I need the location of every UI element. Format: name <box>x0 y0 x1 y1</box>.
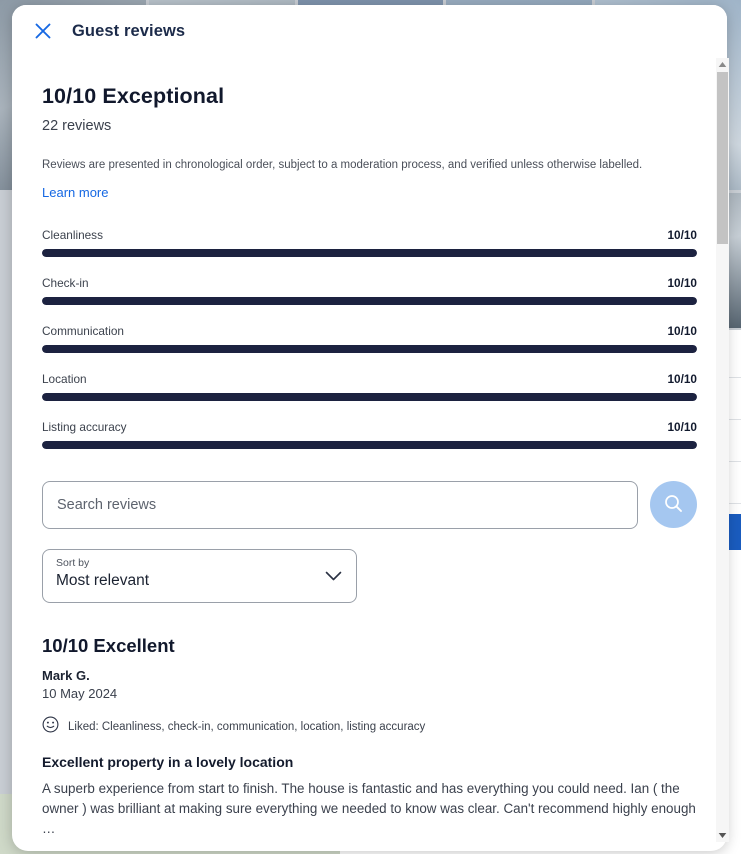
rating-score: 10/10 <box>667 419 697 434</box>
rating-row-cleanliness: Cleanliness 10/10 <box>42 228 697 257</box>
review-liked-text: Liked: Cleanliness, check-in, communicat… <box>68 720 426 733</box>
review-item: 10/10 Excellent Mark G. 10 May 2024 Like… <box>42 635 697 851</box>
scroll-up-arrow-icon[interactable] <box>716 58 729 71</box>
close-icon[interactable] <box>30 18 56 44</box>
rating-track <box>42 344 697 353</box>
sort-by-value: Most relevant <box>56 571 150 589</box>
category-ratings-list: Cleanliness 10/10 Check-in 10/10 Communi… <box>42 228 697 449</box>
rating-score: 10/10 <box>667 323 697 338</box>
modal-header: Guest reviews <box>12 5 727 57</box>
rating-line: Location 10/10 <box>42 372 697 386</box>
rating-label: Check-in <box>42 275 89 290</box>
modal-body: 10/10 Exceptional 22 reviews Reviews are… <box>12 57 727 851</box>
rating-line: Check-in 10/10 <box>42 276 697 290</box>
search-reviews-row <box>42 480 697 529</box>
rating-fill <box>42 248 697 257</box>
rating-fill <box>42 296 697 305</box>
review-date: 10 May 2024 <box>42 685 118 701</box>
rating-score: 10/10 <box>667 227 697 242</box>
guest-reviews-modal: Guest reviews 10/10 Exceptional 22 revie… <box>12 5 727 851</box>
review-body-text: A superb experience from start to finish… <box>42 780 696 837</box>
scrollbar-thumb[interactable] <box>717 72 728 244</box>
learn-more-link[interactable]: Learn more <box>42 185 108 200</box>
scroll-down-arrow-icon[interactable] <box>716 829 729 842</box>
rating-row-location: Location 10/10 <box>42 372 697 401</box>
reviews-disclaimer: Reviews are presented in chronological o… <box>42 159 643 171</box>
rating-line: Cleanliness 10/10 <box>42 228 697 242</box>
overall-score-heading: 10/10 Exceptional <box>42 84 225 108</box>
rating-label: Communication <box>42 323 124 338</box>
rating-track <box>42 392 697 401</box>
sort-by-select[interactable]: Sort by Most relevant <box>42 548 357 603</box>
rating-row-listing-accuracy: Listing accuracy 10/10 <box>42 420 697 449</box>
rating-track <box>42 440 697 449</box>
rating-row-check-in: Check-in 10/10 <box>42 276 697 305</box>
search-input[interactable] <box>42 480 638 529</box>
search-submit-button[interactable] <box>650 481 697 529</box>
rating-label: Cleanliness <box>42 227 103 242</box>
rating-score: 10/10 <box>667 371 697 386</box>
modal-scrollbar[interactable] <box>716 58 729 842</box>
sort-by-label: Sort by <box>56 556 90 569</box>
rating-row-communication: Communication 10/10 <box>42 324 697 353</box>
smiley-face-icon <box>42 716 59 738</box>
review-liked-row: Liked: Cleanliness, check-in, communicat… <box>42 716 697 738</box>
rating-label: Location <box>42 371 87 386</box>
rating-fill <box>42 344 697 353</box>
search-icon <box>663 493 684 517</box>
rating-fill <box>42 392 697 401</box>
review-author: Mark G. <box>42 667 90 683</box>
modal-title: Guest reviews <box>72 21 186 40</box>
rating-line: Listing accuracy 10/10 <box>42 420 697 434</box>
review-title: Excellent property in a lovely location <box>42 753 294 770</box>
rating-track <box>42 248 697 257</box>
chevron-down-icon[interactable] <box>325 569 342 587</box>
rating-track <box>42 296 697 305</box>
review-count: 22 reviews <box>42 118 112 134</box>
review-score: 10/10 Excellent <box>42 634 175 656</box>
rating-line: Communication 10/10 <box>42 324 697 338</box>
rating-label: Listing accuracy <box>42 419 127 434</box>
rating-fill <box>42 440 697 449</box>
rating-score: 10/10 <box>667 275 697 290</box>
